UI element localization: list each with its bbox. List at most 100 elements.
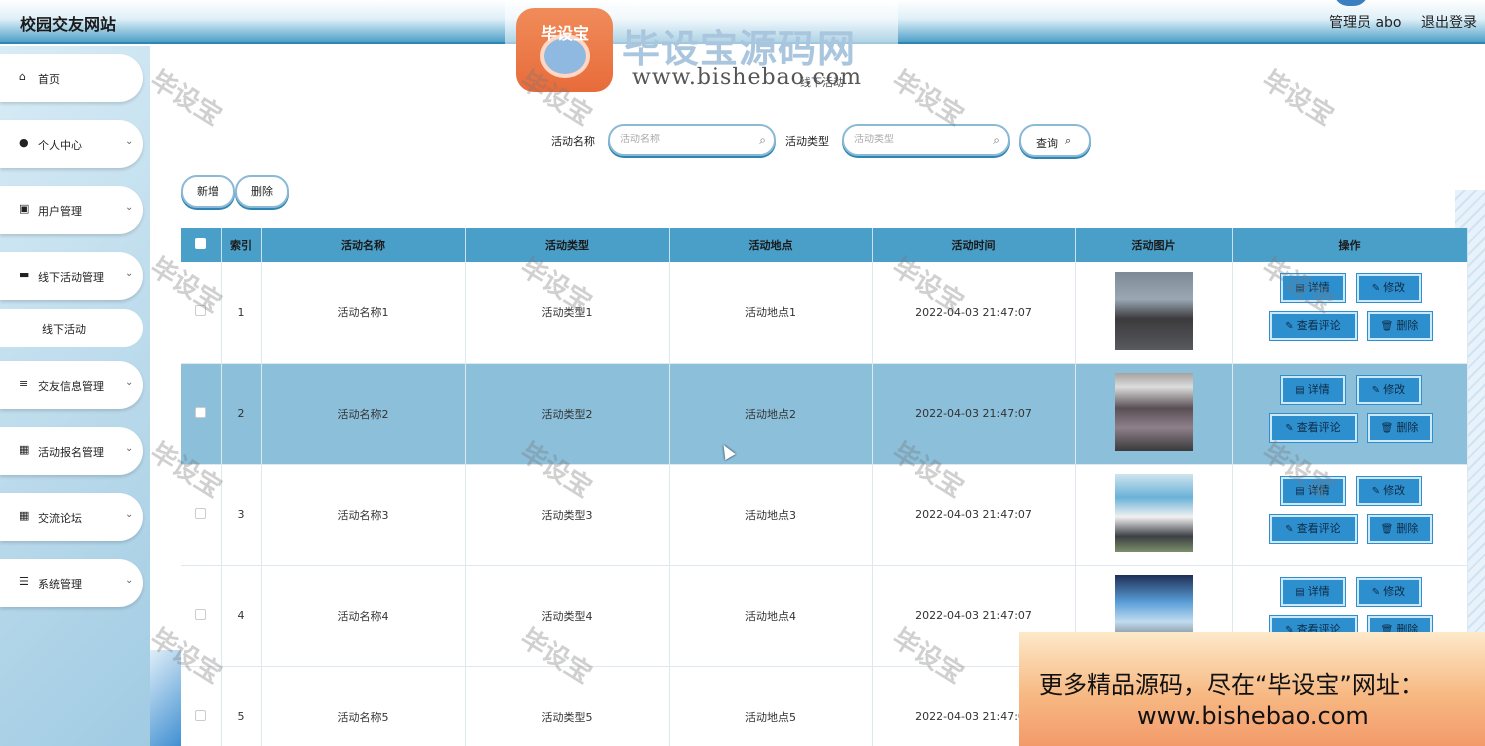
sidebar-subitem-label: 线下活动 [42, 323, 86, 336]
view-comments-button[interactable]: ✎ 查看评论 [1269, 413, 1357, 442]
row-delete-button-label: 删除 [1396, 319, 1419, 333]
row-delete-button[interactable]: 🗑 删除 [1367, 312, 1432, 341]
activity-image[interactable] [1114, 271, 1193, 350]
sidebar-item-label: 系统管理 [38, 578, 82, 591]
grid-icon: ▦ [19, 509, 30, 522]
sidebar-item-label: 线下活动管理 [38, 271, 104, 284]
row-activity-time: 2022-04-03 21:47:07 [872, 464, 1076, 566]
row-activity-type: 活动类型3 [465, 464, 670, 566]
row-activity-name: 活动名称5 [261, 666, 466, 746]
table-header-row: 索引 活动名称 活动类型 活动地点 活动时间 活动图片 操作 [181, 228, 1468, 262]
column-header: 活动图片 [1075, 228, 1233, 262]
watermark-text: 毕设宝 [1256, 65, 1339, 133]
row-activity-place: 活动地点3 [669, 464, 873, 566]
document-icon: ▤ [1295, 485, 1305, 497]
view-comments-button[interactable]: ✎ 查看评论 [1269, 514, 1357, 543]
detail-button[interactable]: ▤ 详情 [1280, 476, 1345, 505]
chevron-down-icon: ⌄ [125, 268, 134, 279]
row-delete-button[interactable]: 🗑 删除 [1367, 514, 1432, 543]
chevron-down-icon: ⌄ [125, 136, 134, 147]
sliders-icon: ☰ [19, 575, 29, 588]
activity-image[interactable] [1114, 474, 1193, 552]
sidebar-item-home[interactable]: ⌂ 首页 [0, 54, 143, 102]
search-icon: ⌕ [993, 133, 1000, 147]
column-header: 活动名称 [261, 228, 466, 262]
sidebar-subitem-offline-activity[interactable]: 线下活动 [0, 309, 143, 347]
pencil-icon: ✎ [1371, 384, 1381, 396]
sidebar-item-dating-info-management[interactable]: ≡ 交友信息管理 ⌄ [0, 361, 143, 409]
sidebar-item-personal-center[interactable]: ● 个人中心 ⌄ [0, 120, 143, 168]
row-checkbox[interactable] [195, 709, 207, 721]
query-button[interactable]: 查询 ⌕ [1019, 124, 1091, 157]
view-comments-button-label: 查看评论 [1296, 420, 1341, 434]
column-header: 活动时间 [872, 228, 1076, 262]
column-header: 索引 [221, 228, 262, 262]
detail-button[interactable]: ▤ 详情 [1280, 375, 1345, 404]
delete-button[interactable]: 删除 [235, 175, 289, 208]
sidebar-item-offline-activity-management[interactable]: ▬ 线下活动管理 ⌄ [0, 252, 143, 300]
activity-image[interactable] [1114, 373, 1193, 451]
activity-name-input[interactable] [620, 134, 760, 145]
avatar[interactable] [1334, 0, 1368, 6]
pencil-icon: ✎ [1371, 586, 1381, 598]
select-all-cell[interactable] [181, 228, 222, 262]
watermark-logo-text: 毕设宝 [540, 24, 589, 43]
activity-type-input[interactable] [854, 134, 994, 145]
row-checkbox[interactable] [195, 507, 207, 519]
admin-label: 管理员 abo [1329, 15, 1402, 31]
edit-button[interactable]: ✎ 修改 [1356, 274, 1421, 303]
row-checkbox[interactable] [195, 608, 207, 620]
activity-type-search[interactable]: ⌕ [842, 124, 1010, 156]
row-activity-place: 活动地点1 [669, 262, 873, 364]
table-row[interactable]: 3 活动名称3 活动类型3 活动地点3 2022-04-03 21:47:07 … [181, 464, 1468, 566]
user-icon: ● [19, 136, 29, 149]
query-button-label: 查询 [1036, 137, 1058, 150]
table-row-selected[interactable]: 2 活动名称2 活动类型2 活动地点2 2022-04-03 21:47:07 … [181, 363, 1468, 465]
sidebar-item-label: 用户管理 [38, 205, 82, 218]
edit-button[interactable]: ✎ 修改 [1356, 375, 1421, 404]
document-icon: ▤ [1295, 384, 1305, 396]
row-activity-name: 活动名称4 [261, 565, 466, 667]
add-button[interactable]: 新增 [181, 175, 235, 208]
clipboard-icon: ▣ [19, 202, 30, 215]
table-row[interactable]: 1 活动名称1 活动类型1 活动地点1 2022-04-03 21:47:07 … [181, 262, 1468, 364]
detail-button[interactable]: ▤ 详情 [1280, 577, 1345, 606]
row-delete-button[interactable]: 🗑 删除 [1367, 413, 1432, 442]
edit-button[interactable]: ✎ 修改 [1356, 577, 1421, 606]
select-all-checkbox[interactable] [195, 238, 207, 249]
pencil-icon: ✎ [1285, 321, 1294, 333]
edit-button-label: 修改 [1383, 281, 1406, 295]
promo-text: 更多精品源码，尽在“毕设宝”网址： [1039, 671, 1424, 699]
row-index: 2 [221, 363, 262, 465]
sidebar-item-activity-signup-management[interactable]: ▦ 活动报名管理 ⌄ [0, 427, 143, 475]
sidebar-item-forum[interactable]: ▦ 交流论坛 ⌄ [0, 493, 143, 541]
breadcrumb: 线下活动 [800, 76, 844, 89]
trash-icon: 🗑 [1380, 321, 1394, 333]
promo-banner: 更多精品源码，尽在“毕设宝”网址： www.bishebao.com [1019, 632, 1485, 746]
chevron-down-icon: ⌄ [125, 443, 134, 454]
activity-name-search[interactable]: ⌕ [608, 124, 776, 156]
edit-button[interactable]: ✎ 修改 [1356, 476, 1421, 505]
row-activity-type: 活动类型1 [465, 262, 670, 364]
detail-button-label: 详情 [1307, 382, 1330, 396]
sidebar-item-system-management[interactable]: ☰ 系统管理 ⌄ [0, 559, 143, 607]
home-icon: ⌂ [19, 70, 26, 83]
detail-button-label: 详情 [1307, 281, 1330, 295]
document-icon: ▤ [1295, 283, 1305, 295]
detail-button-label: 详情 [1307, 483, 1330, 497]
logout-link[interactable]: 退出登录 [1421, 12, 1477, 32]
view-comments-button[interactable]: ✎ 查看评论 [1269, 312, 1357, 341]
pencil-icon: ✎ [1371, 485, 1381, 497]
row-activity-name: 活动名称3 [261, 464, 466, 566]
watermark-text: 毕设宝 [144, 65, 227, 133]
detail-button[interactable]: ▤ 详情 [1280, 274, 1345, 303]
row-activity-time: 2022-04-03 21:47:07 [872, 363, 1076, 465]
sidebar-item-user-management[interactable]: ▣ 用户管理 ⌄ [0, 186, 143, 234]
row-activity-place: 活动地点2 [669, 363, 873, 465]
row-delete-button-label: 删除 [1396, 420, 1419, 434]
sidebar-item-label: 活动报名管理 [38, 446, 104, 459]
decorative-corner [150, 650, 182, 746]
row-checkbox[interactable] [195, 305, 207, 317]
row-checkbox[interactable] [195, 406, 207, 418]
watermark-text: 毕设宝 [886, 65, 969, 133]
